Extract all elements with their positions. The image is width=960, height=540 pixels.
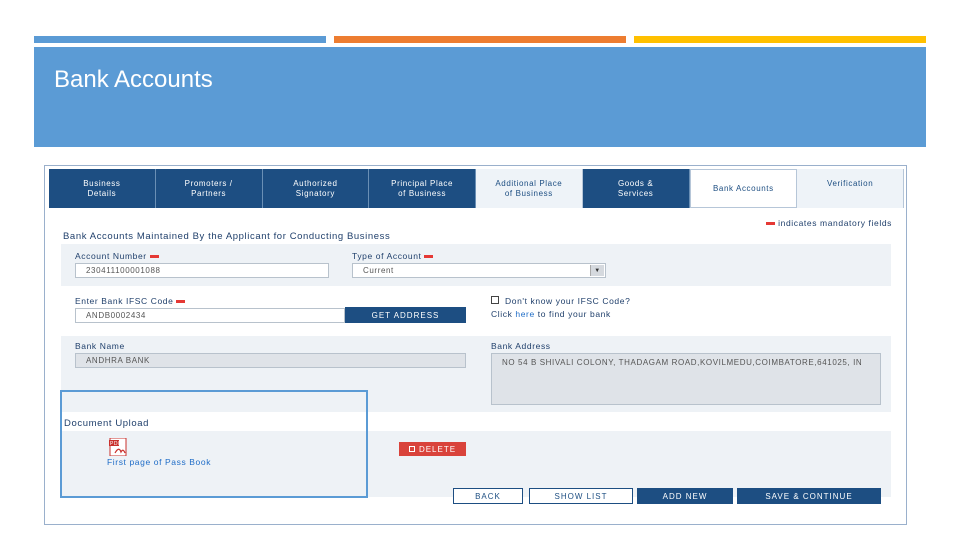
accent-bar-orange bbox=[334, 36, 626, 43]
find-bank-suffix: to find your bank bbox=[537, 309, 611, 319]
bank-address-label: Bank Address bbox=[491, 341, 551, 351]
tab-principal-place[interactable]: Principal Place of Business bbox=[369, 169, 476, 208]
delete-checkbox-icon bbox=[408, 446, 415, 452]
account-type-label: Type of Account bbox=[352, 251, 436, 261]
bank-name-field: ANDHRA BANK bbox=[75, 353, 466, 368]
account-number-label: Account Number bbox=[75, 251, 162, 261]
find-bank-hint: Click here to find your bank bbox=[491, 309, 611, 319]
dont-know-ifsc-checkbox[interactable] bbox=[491, 296, 499, 304]
section-heading: Bank Accounts Maintained By the Applican… bbox=[63, 231, 391, 242]
document-upload-highlight bbox=[60, 390, 368, 498]
delete-button-label: DELETE bbox=[418, 444, 457, 454]
ifsc-label: Enter Bank IFSC Code bbox=[75, 296, 188, 306]
get-address-button[interactable]: GET ADDRESS bbox=[345, 307, 466, 323]
show-list-button[interactable]: SHOW LIST bbox=[529, 488, 633, 504]
tab-business-details[interactable]: Business Details bbox=[49, 169, 156, 208]
account-type-label-text: Type of Account bbox=[352, 251, 422, 261]
registration-tabs: Business Details Promoters / Partners Au… bbox=[49, 169, 904, 208]
dont-know-ifsc-label: Don't know your IFSC Code? bbox=[505, 296, 631, 306]
required-marker-icon bbox=[424, 255, 434, 259]
account-type-select[interactable]: Current ▼ bbox=[352, 263, 606, 278]
required-marker-icon bbox=[176, 300, 186, 304]
ifsc-label-text: Enter Bank IFSC Code bbox=[75, 296, 174, 306]
mandatory-note-text: indicates mandatory fields bbox=[778, 218, 892, 228]
mandatory-note: indicates mandatory fields bbox=[763, 218, 892, 228]
bank-name-label: Bank Name bbox=[75, 341, 125, 351]
chevron-down-icon[interactable]: ▼ bbox=[590, 265, 604, 276]
add-new-button[interactable]: ADD NEW bbox=[637, 488, 733, 504]
mandatory-marker-icon bbox=[766, 222, 776, 226]
save-continue-button[interactable]: SAVE & CONTINUE bbox=[737, 488, 881, 504]
tab-additional-place[interactable]: Additional Place of Business bbox=[476, 169, 583, 208]
required-marker-icon bbox=[149, 255, 159, 259]
tab-bank-accounts[interactable]: Bank Accounts bbox=[689, 169, 798, 208]
account-number-label-text: Account Number bbox=[75, 251, 147, 261]
find-bank-prefix: Click bbox=[491, 309, 513, 319]
tab-authorized-signatory[interactable]: Authorized Signatory bbox=[262, 169, 370, 208]
tab-verification[interactable]: Verification bbox=[797, 169, 904, 208]
accent-bar-blue bbox=[34, 36, 326, 43]
bank-address-field: NO 54 B SHIVALI COLONY, THADAGAM ROAD,KO… bbox=[491, 353, 881, 405]
account-type-value: Current bbox=[363, 266, 394, 275]
tab-goods-services[interactable]: Goods & Services bbox=[582, 169, 690, 208]
ifsc-input[interactable]: ANDB0002434 bbox=[75, 308, 345, 323]
tab-promoters-partners[interactable]: Promoters / Partners bbox=[155, 169, 263, 208]
accent-bar-yellow bbox=[634, 36, 926, 43]
slide-title: Bank Accounts bbox=[54, 66, 213, 93]
account-number-input[interactable]: 230411100001088 bbox=[75, 263, 329, 278]
title-banner bbox=[34, 47, 926, 147]
delete-button[interactable]: DELETE bbox=[399, 442, 466, 456]
find-bank-link[interactable]: here bbox=[515, 309, 534, 319]
back-button[interactable]: BACK bbox=[453, 488, 523, 504]
